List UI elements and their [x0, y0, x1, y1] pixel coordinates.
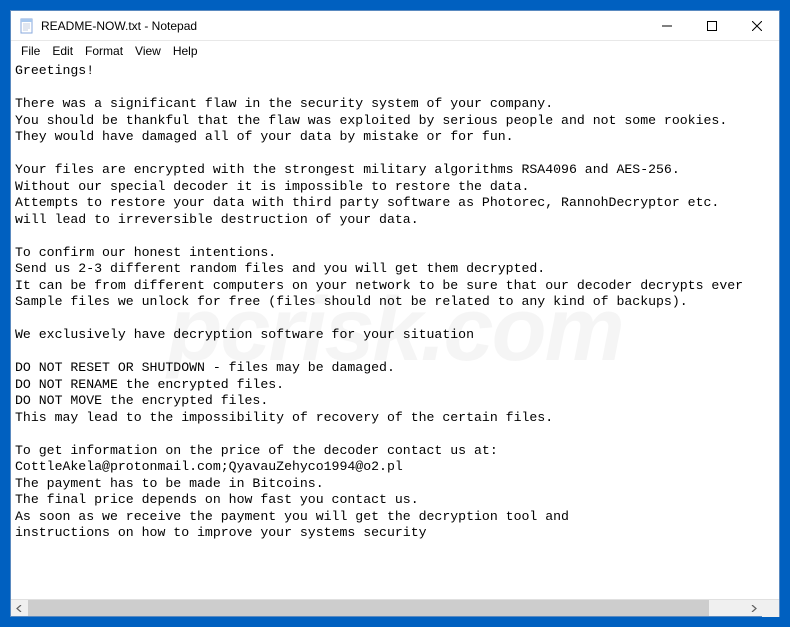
- menubar: File Edit Format View Help: [11, 41, 779, 61]
- scroll-right-arrow-icon[interactable]: [745, 600, 762, 617]
- titlebar[interactable]: README-NOW.txt - Notepad: [11, 11, 779, 41]
- window-title: README-NOW.txt - Notepad: [41, 19, 644, 33]
- notepad-icon: [19, 18, 35, 34]
- minimize-button[interactable]: [644, 11, 689, 40]
- scroll-corner: [762, 600, 779, 617]
- scroll-thumb[interactable]: [28, 600, 709, 616]
- menu-edit[interactable]: Edit: [46, 43, 79, 59]
- menu-view[interactable]: View: [129, 43, 167, 59]
- close-button[interactable]: [734, 11, 779, 40]
- window-controls: [644, 11, 779, 40]
- horizontal-scrollbar[interactable]: [11, 599, 779, 616]
- menu-help[interactable]: Help: [167, 43, 204, 59]
- scroll-left-arrow-icon[interactable]: [11, 600, 28, 617]
- notepad-window: README-NOW.txt - Notepad File Edit Forma…: [10, 10, 780, 617]
- menu-format[interactable]: Format: [79, 43, 129, 59]
- menu-file[interactable]: File: [15, 43, 46, 59]
- scroll-track[interactable]: [28, 600, 745, 616]
- document-text: Greetings! There was a significant flaw …: [15, 63, 743, 540]
- maximize-button[interactable]: [689, 11, 734, 40]
- text-area[interactable]: pcrisk.comGreetings! There was a signifi…: [11, 61, 779, 599]
